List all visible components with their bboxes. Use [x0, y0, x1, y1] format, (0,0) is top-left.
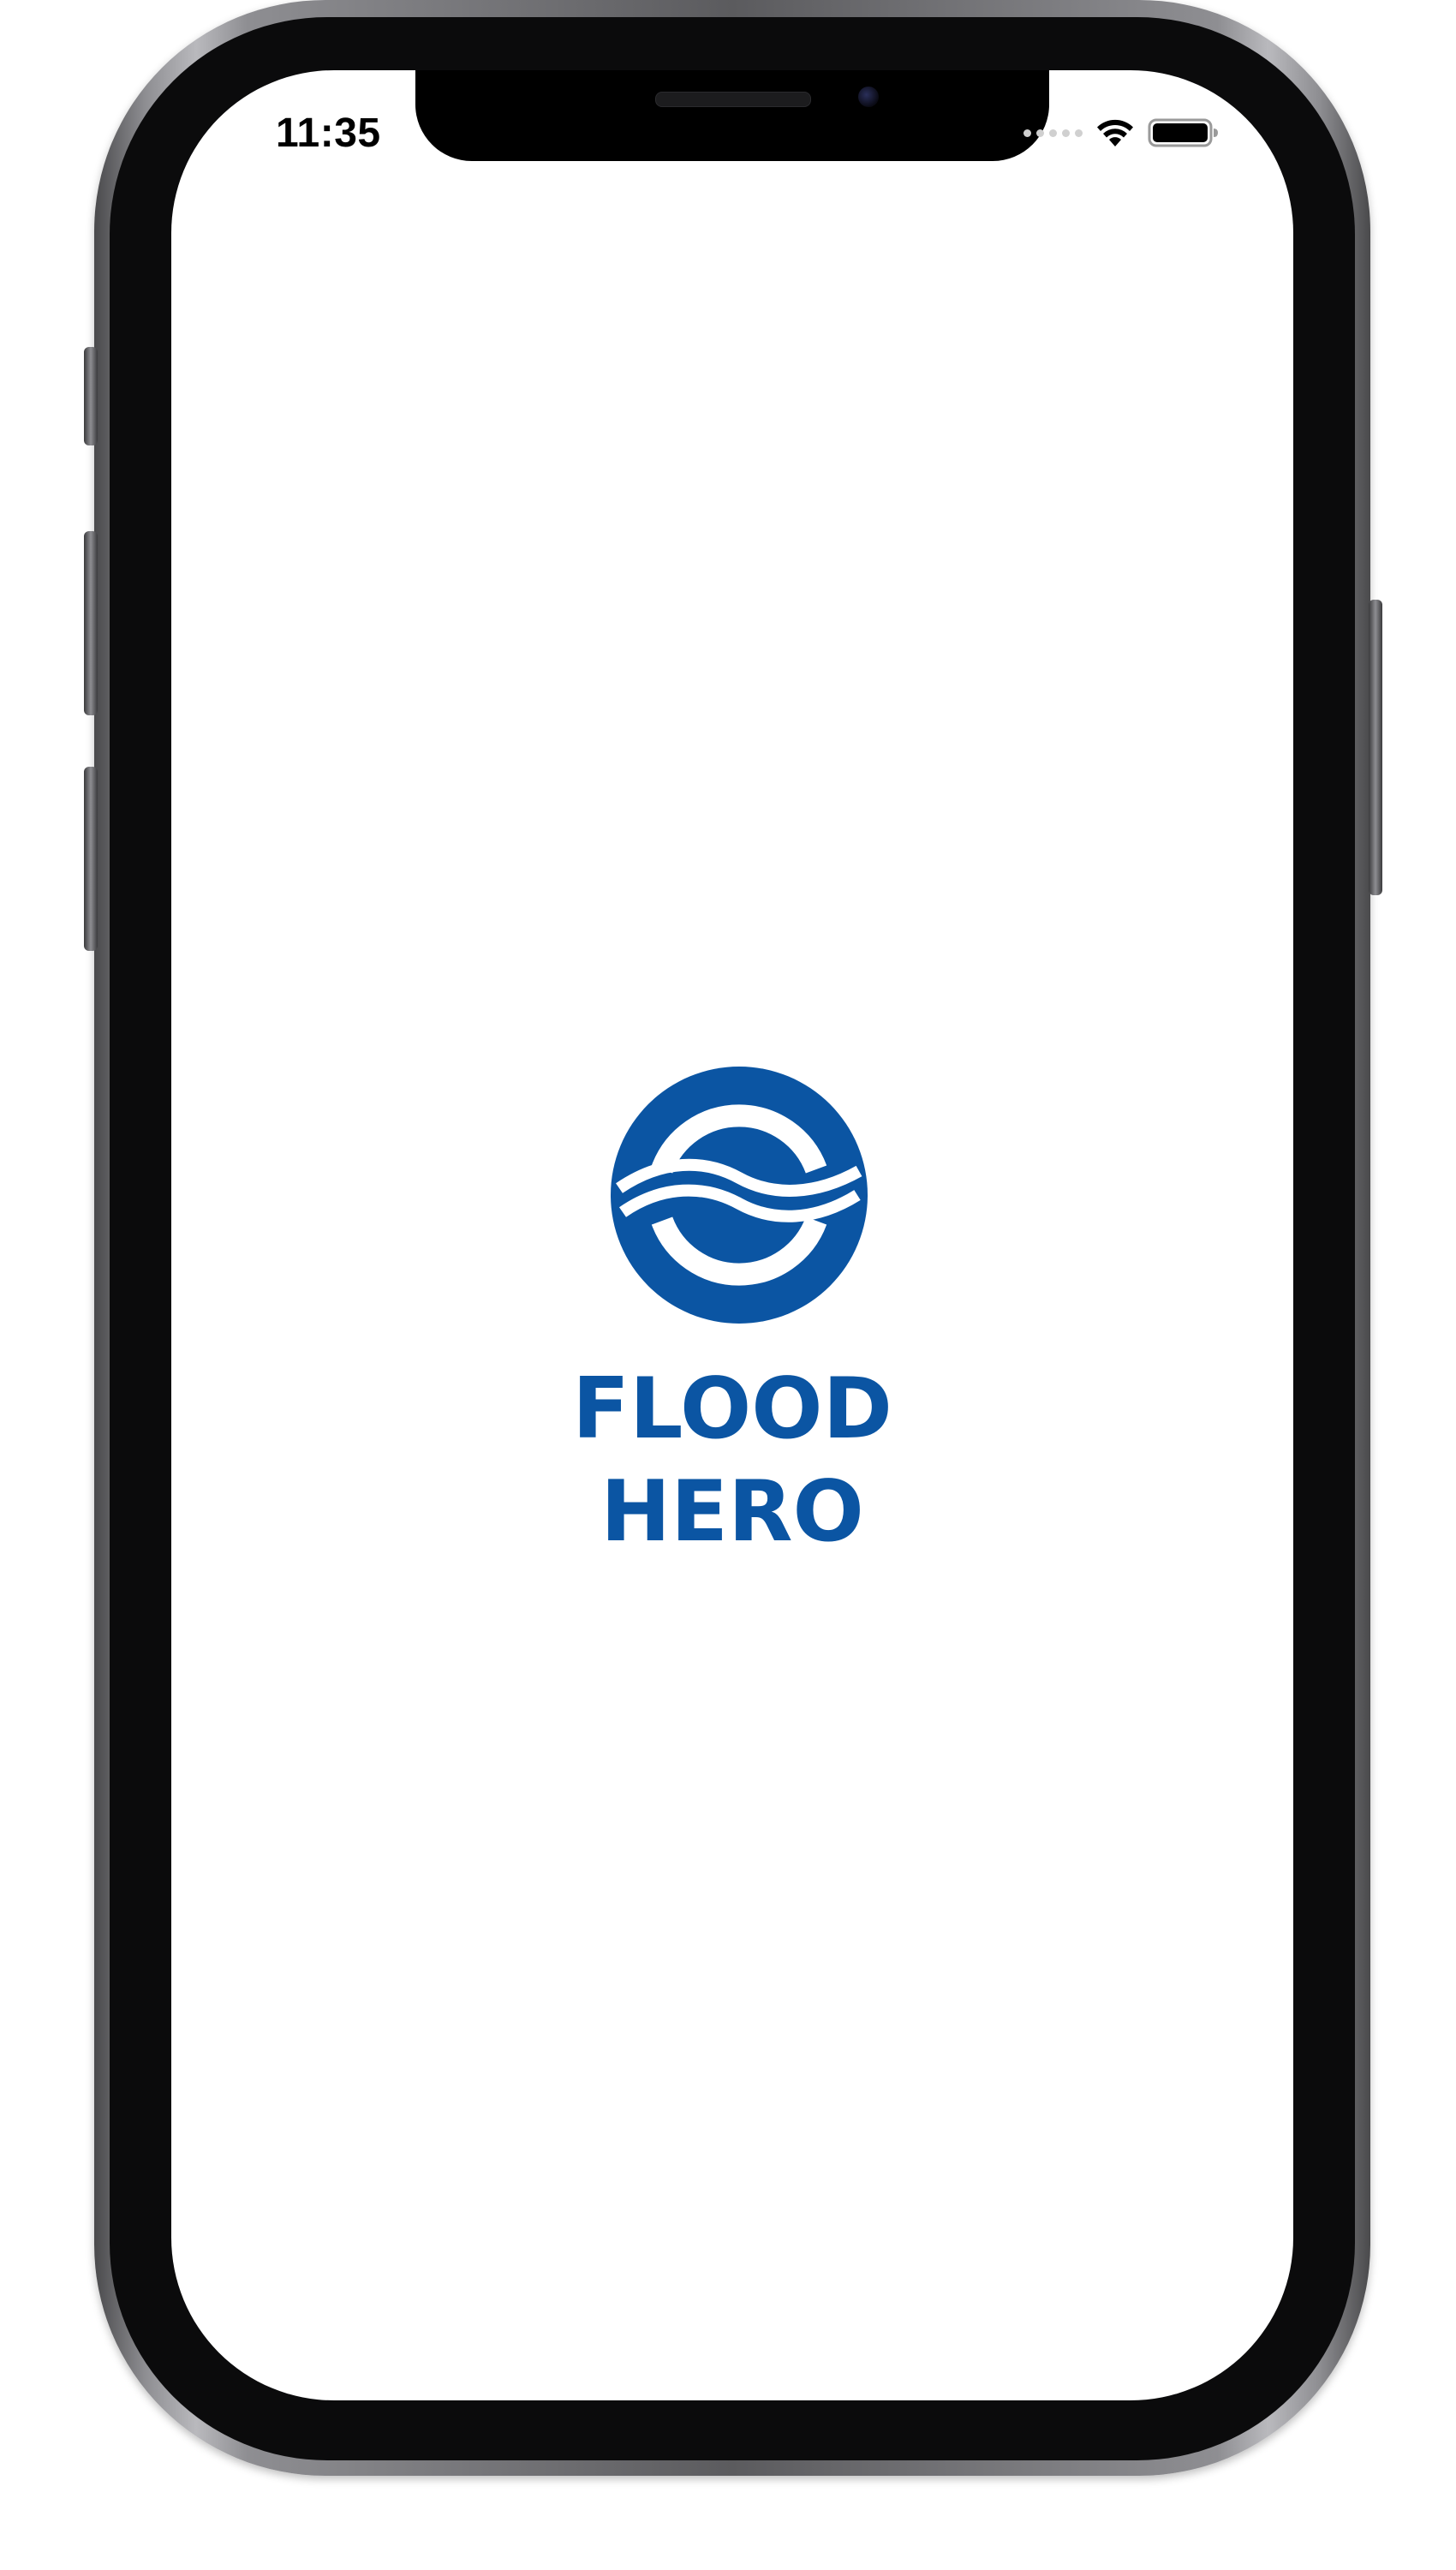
- status-indicators: [1023, 111, 1220, 154]
- power-button: [1369, 600, 1382, 895]
- front-camera-icon: [858, 87, 879, 107]
- splash-logo: FLOOD HERO: [454, 1067, 1011, 1561]
- notch: [415, 70, 1049, 161]
- cellular-signal-dots-icon: [1023, 128, 1083, 137]
- volume-down-button: [84, 767, 98, 951]
- status-time: 11:35: [276, 111, 381, 156]
- volume-up-button: [84, 531, 98, 715]
- earpiece-speaker: [655, 92, 811, 107]
- battery-full-icon: [1148, 118, 1218, 147]
- app-name: FLOOD HERO: [572, 1360, 892, 1561]
- device-mockup: 11:35 FLOOD HERO: [0, 0, 1456, 2570]
- flood-hero-logo-icon: [611, 1067, 868, 1324]
- wifi-icon: [1097, 119, 1133, 146]
- mute-switch: [84, 347, 98, 445]
